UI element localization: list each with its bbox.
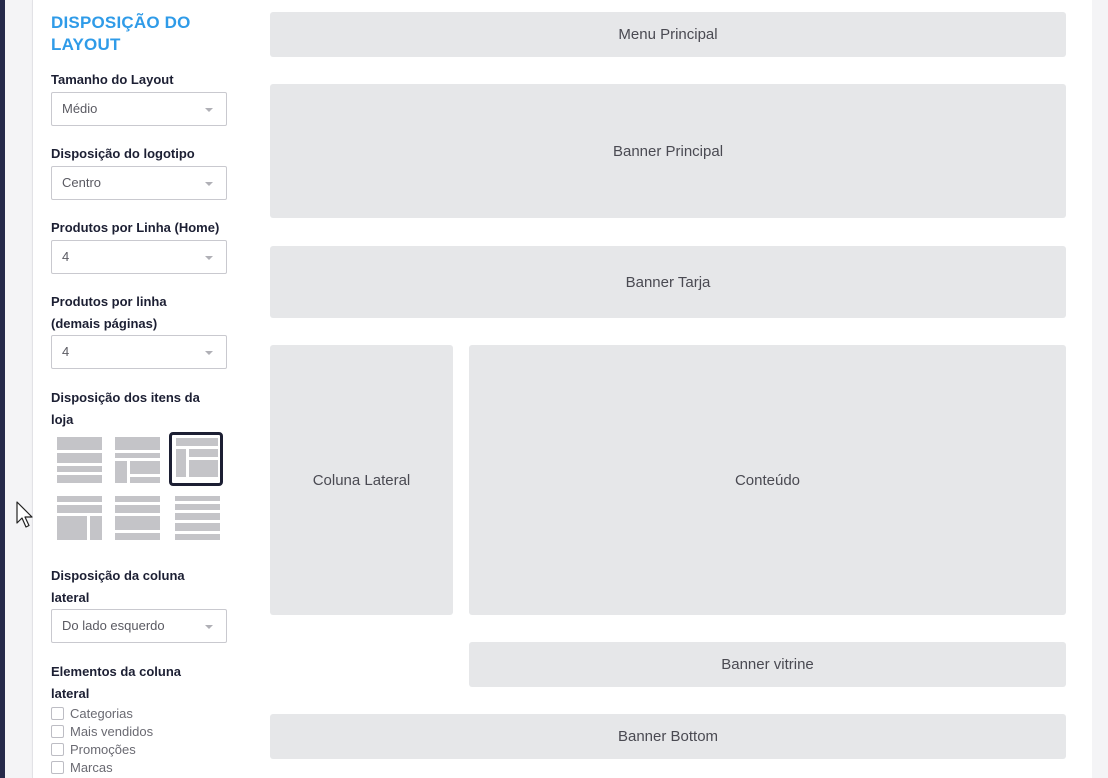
layout-option-thin-rows[interactable] bbox=[169, 493, 223, 547]
products-home-label: Produtos por Linha (Home) bbox=[51, 220, 220, 235]
chevron-down-icon bbox=[205, 182, 213, 186]
products-other-value: 4 bbox=[62, 344, 70, 359]
checkbox-promocoes[interactable]: Promoções bbox=[51, 741, 211, 759]
sidebar-elements-label: Elementos da coluna lateral bbox=[51, 664, 182, 701]
chevron-down-icon bbox=[205, 625, 213, 629]
logo-position-value: Centro bbox=[62, 175, 102, 190]
layout-option-full-rows[interactable] bbox=[54, 434, 108, 488]
preview-menu-principal[interactable]: Menu Principal bbox=[270, 12, 1066, 57]
products-other-label: Produtos por linha (demais páginas) bbox=[51, 294, 167, 331]
layout-size-select[interactable]: Médio bbox=[51, 92, 227, 126]
checkbox-mais-vendidos[interactable]: Mais vendidos bbox=[51, 723, 211, 741]
chevron-down-icon bbox=[205, 108, 213, 112]
checkbox-label: Marcas bbox=[70, 760, 113, 775]
layout-preview: Menu Principal Banner Principal Banner T… bbox=[244, 0, 1092, 778]
mouse-cursor-icon bbox=[16, 501, 33, 528]
preview-banner-tarja[interactable]: Banner Tarja bbox=[270, 246, 1066, 318]
checkbox-label: Promoções bbox=[70, 742, 136, 757]
preview-banner-vitrine[interactable]: Banner vitrine bbox=[469, 642, 1066, 687]
layout-size-value: Médio bbox=[62, 101, 98, 116]
layout-option-left-sidebar-short[interactable] bbox=[112, 434, 166, 488]
checkbox-box[interactable] bbox=[51, 743, 64, 756]
store-items-label: Disposição dos itens da loja bbox=[51, 390, 200, 427]
preview-banner-bottom[interactable]: Banner Bottom bbox=[270, 714, 1066, 759]
checkbox-categorias[interactable]: Categorias bbox=[51, 705, 211, 723]
checkbox-box[interactable] bbox=[51, 725, 64, 738]
preview-conteudo[interactable]: Conteúdo bbox=[469, 345, 1066, 615]
sidebar-position-select[interactable]: Do lado esquerdo bbox=[51, 609, 227, 643]
checkbox-label: Categorias bbox=[70, 706, 133, 721]
panel-title: DISPOSIÇÃO DO LAYOUT bbox=[51, 13, 191, 54]
layout-settings-panel: DISPOSIÇÃO DO LAYOUT Tamanho do Layout M… bbox=[32, 0, 244, 778]
preview-banner-principal[interactable]: Banner Principal bbox=[270, 84, 1066, 218]
chevron-down-icon bbox=[205, 351, 213, 355]
layout-size-label: Tamanho do Layout bbox=[51, 72, 174, 87]
layout-option-right-sidebar[interactable] bbox=[54, 493, 108, 547]
chevron-down-icon bbox=[205, 256, 213, 260]
right-gutter bbox=[1092, 0, 1108, 778]
preview-coluna-lateral[interactable]: Coluna Lateral bbox=[270, 345, 453, 615]
checkbox-marcas[interactable]: Marcas bbox=[51, 759, 211, 777]
logo-position-select[interactable]: Centro bbox=[51, 166, 227, 200]
products-home-select[interactable]: 4 bbox=[51, 240, 227, 274]
layout-option-stacked-banners[interactable] bbox=[112, 493, 166, 547]
products-home-value: 4 bbox=[62, 249, 70, 264]
checkbox-box[interactable] bbox=[51, 707, 64, 720]
sidebar-position-value: Do lado esquerdo bbox=[62, 618, 165, 633]
layout-option-left-sidebar-selected[interactable] bbox=[169, 432, 223, 486]
sidebar-position-label: Disposição da coluna lateral bbox=[51, 568, 185, 605]
checkbox-label: Mais vendidos bbox=[70, 724, 154, 739]
logo-position-label: Disposição do logotipo bbox=[51, 146, 195, 161]
gutter bbox=[5, 0, 32, 778]
products-other-select[interactable]: 4 bbox=[51, 335, 227, 369]
checkbox-box[interactable] bbox=[51, 761, 64, 774]
